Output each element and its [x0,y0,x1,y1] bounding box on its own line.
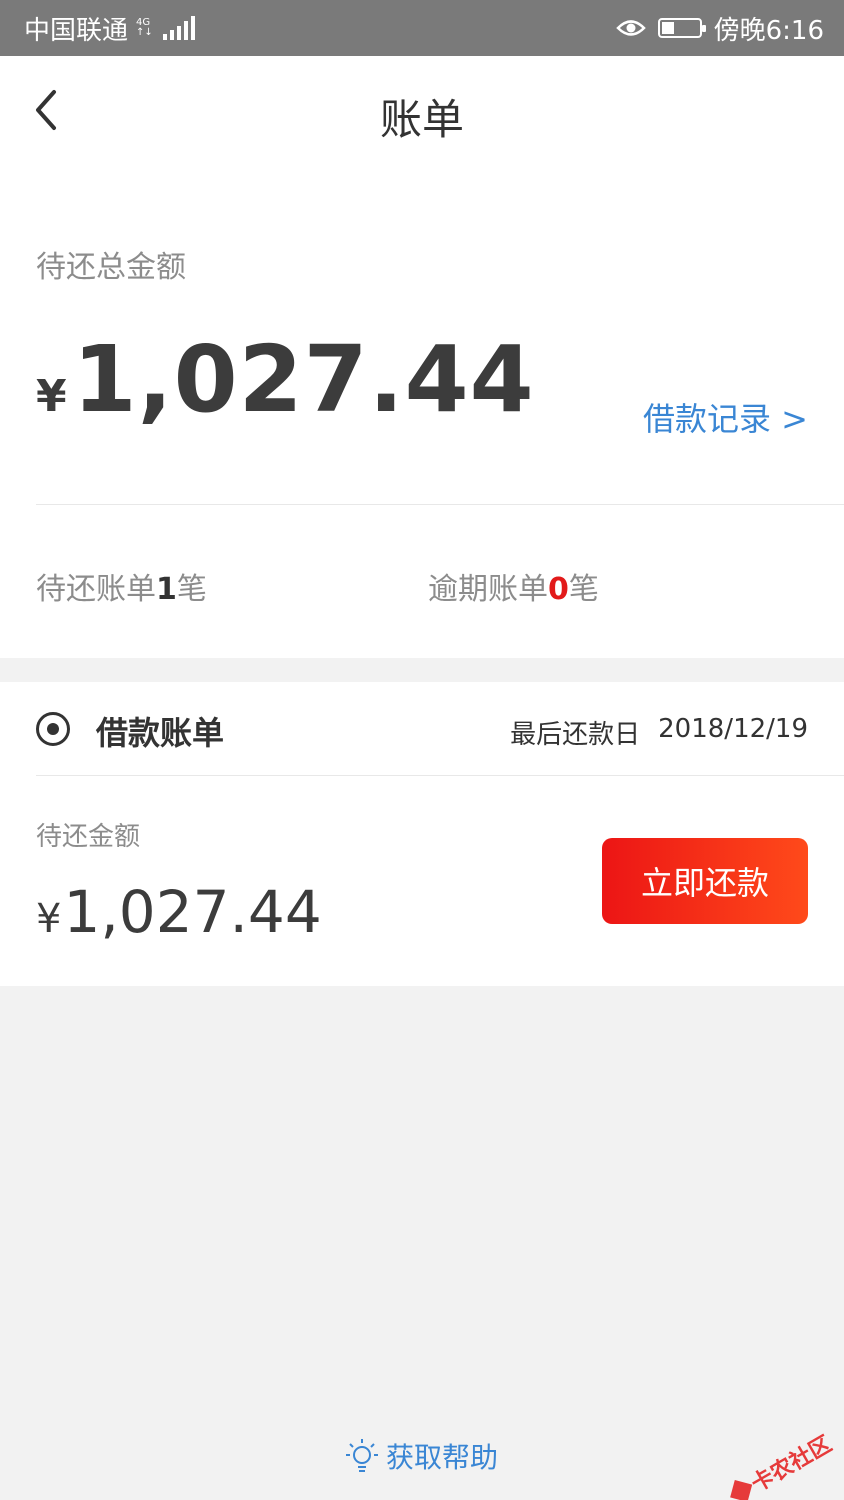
pending-suffix: 笔 [176,572,207,607]
currency-symbol: ¥ [36,896,62,942]
overdue-prefix: 逾期账单 [428,572,548,607]
loan-bill-card: 借款账单 最后还款日 2018/12/19 待还金额 ¥ 1,027.44 立即… [0,682,844,986]
status-bar: 中国联通 4G ↑↓ 傍晚6:16 [0,0,844,56]
overdue-suffix: 笔 [568,572,599,607]
bill-amount-value: 1,027.44 [63,878,322,946]
due-date-value: 2018/12/19 [658,714,808,744]
get-help-link[interactable]: 获取帮助 [0,1436,844,1476]
eye-icon [615,20,646,36]
total-due-label: 待还总金额 [36,250,186,285]
divider [36,775,844,776]
bill-amount-label: 待还金额 [36,822,141,852]
pending-prefix: 待还账单 [36,572,156,607]
total-due-amount: ¥ 1,027.44 [36,326,535,433]
summary-card: 待还总金额 ¥ 1,027.44 借款记录 > 待还账单 1 笔 逾期账单 0 … [0,168,844,658]
lightbulb-icon [345,1439,378,1472]
battery-icon [657,18,706,38]
network-type-icon: 4G ↑↓ [136,18,153,38]
network-activity: ↑↓ [136,27,153,38]
status-right: 傍晚6:16 [615,10,824,47]
pay-now-button[interactable]: 立即还款 [602,838,808,924]
overdue-bills-count: 逾期账单 0 笔 [428,564,599,608]
due-date-label: 最后还款日 [510,720,641,750]
pending-number: 1 [156,572,177,607]
signal-icon [162,16,195,40]
currency-symbol: ¥ [36,371,67,422]
get-help-label: 获取帮助 [385,1441,498,1474]
loan-records-link[interactable]: 借款记录 > [643,394,808,440]
overdue-number: 0 [548,572,569,607]
bill-amount: ¥ 1,027.44 [36,878,322,946]
bill-header: 借款账单 最后还款日 2018/12/19 [0,682,844,776]
due-date-row: 最后还款日 2018/12/19 [510,714,808,751]
nav-bar: 账单 [0,56,844,168]
watermark-icon [730,1479,753,1500]
total-due-value: 1,027.44 [72,326,535,433]
pending-bills-count: 待还账单 1 笔 [36,564,207,608]
target-circle-icon [36,712,70,746]
divider [36,504,844,505]
clock: 傍晚6:16 [713,15,824,46]
carrier-group: 中国联通 4G ↑↓ [24,10,195,47]
bill-title: 借款账单 [96,714,225,752]
page-title: 账单 [379,95,464,144]
carrier-name: 中国联通 [24,15,129,46]
